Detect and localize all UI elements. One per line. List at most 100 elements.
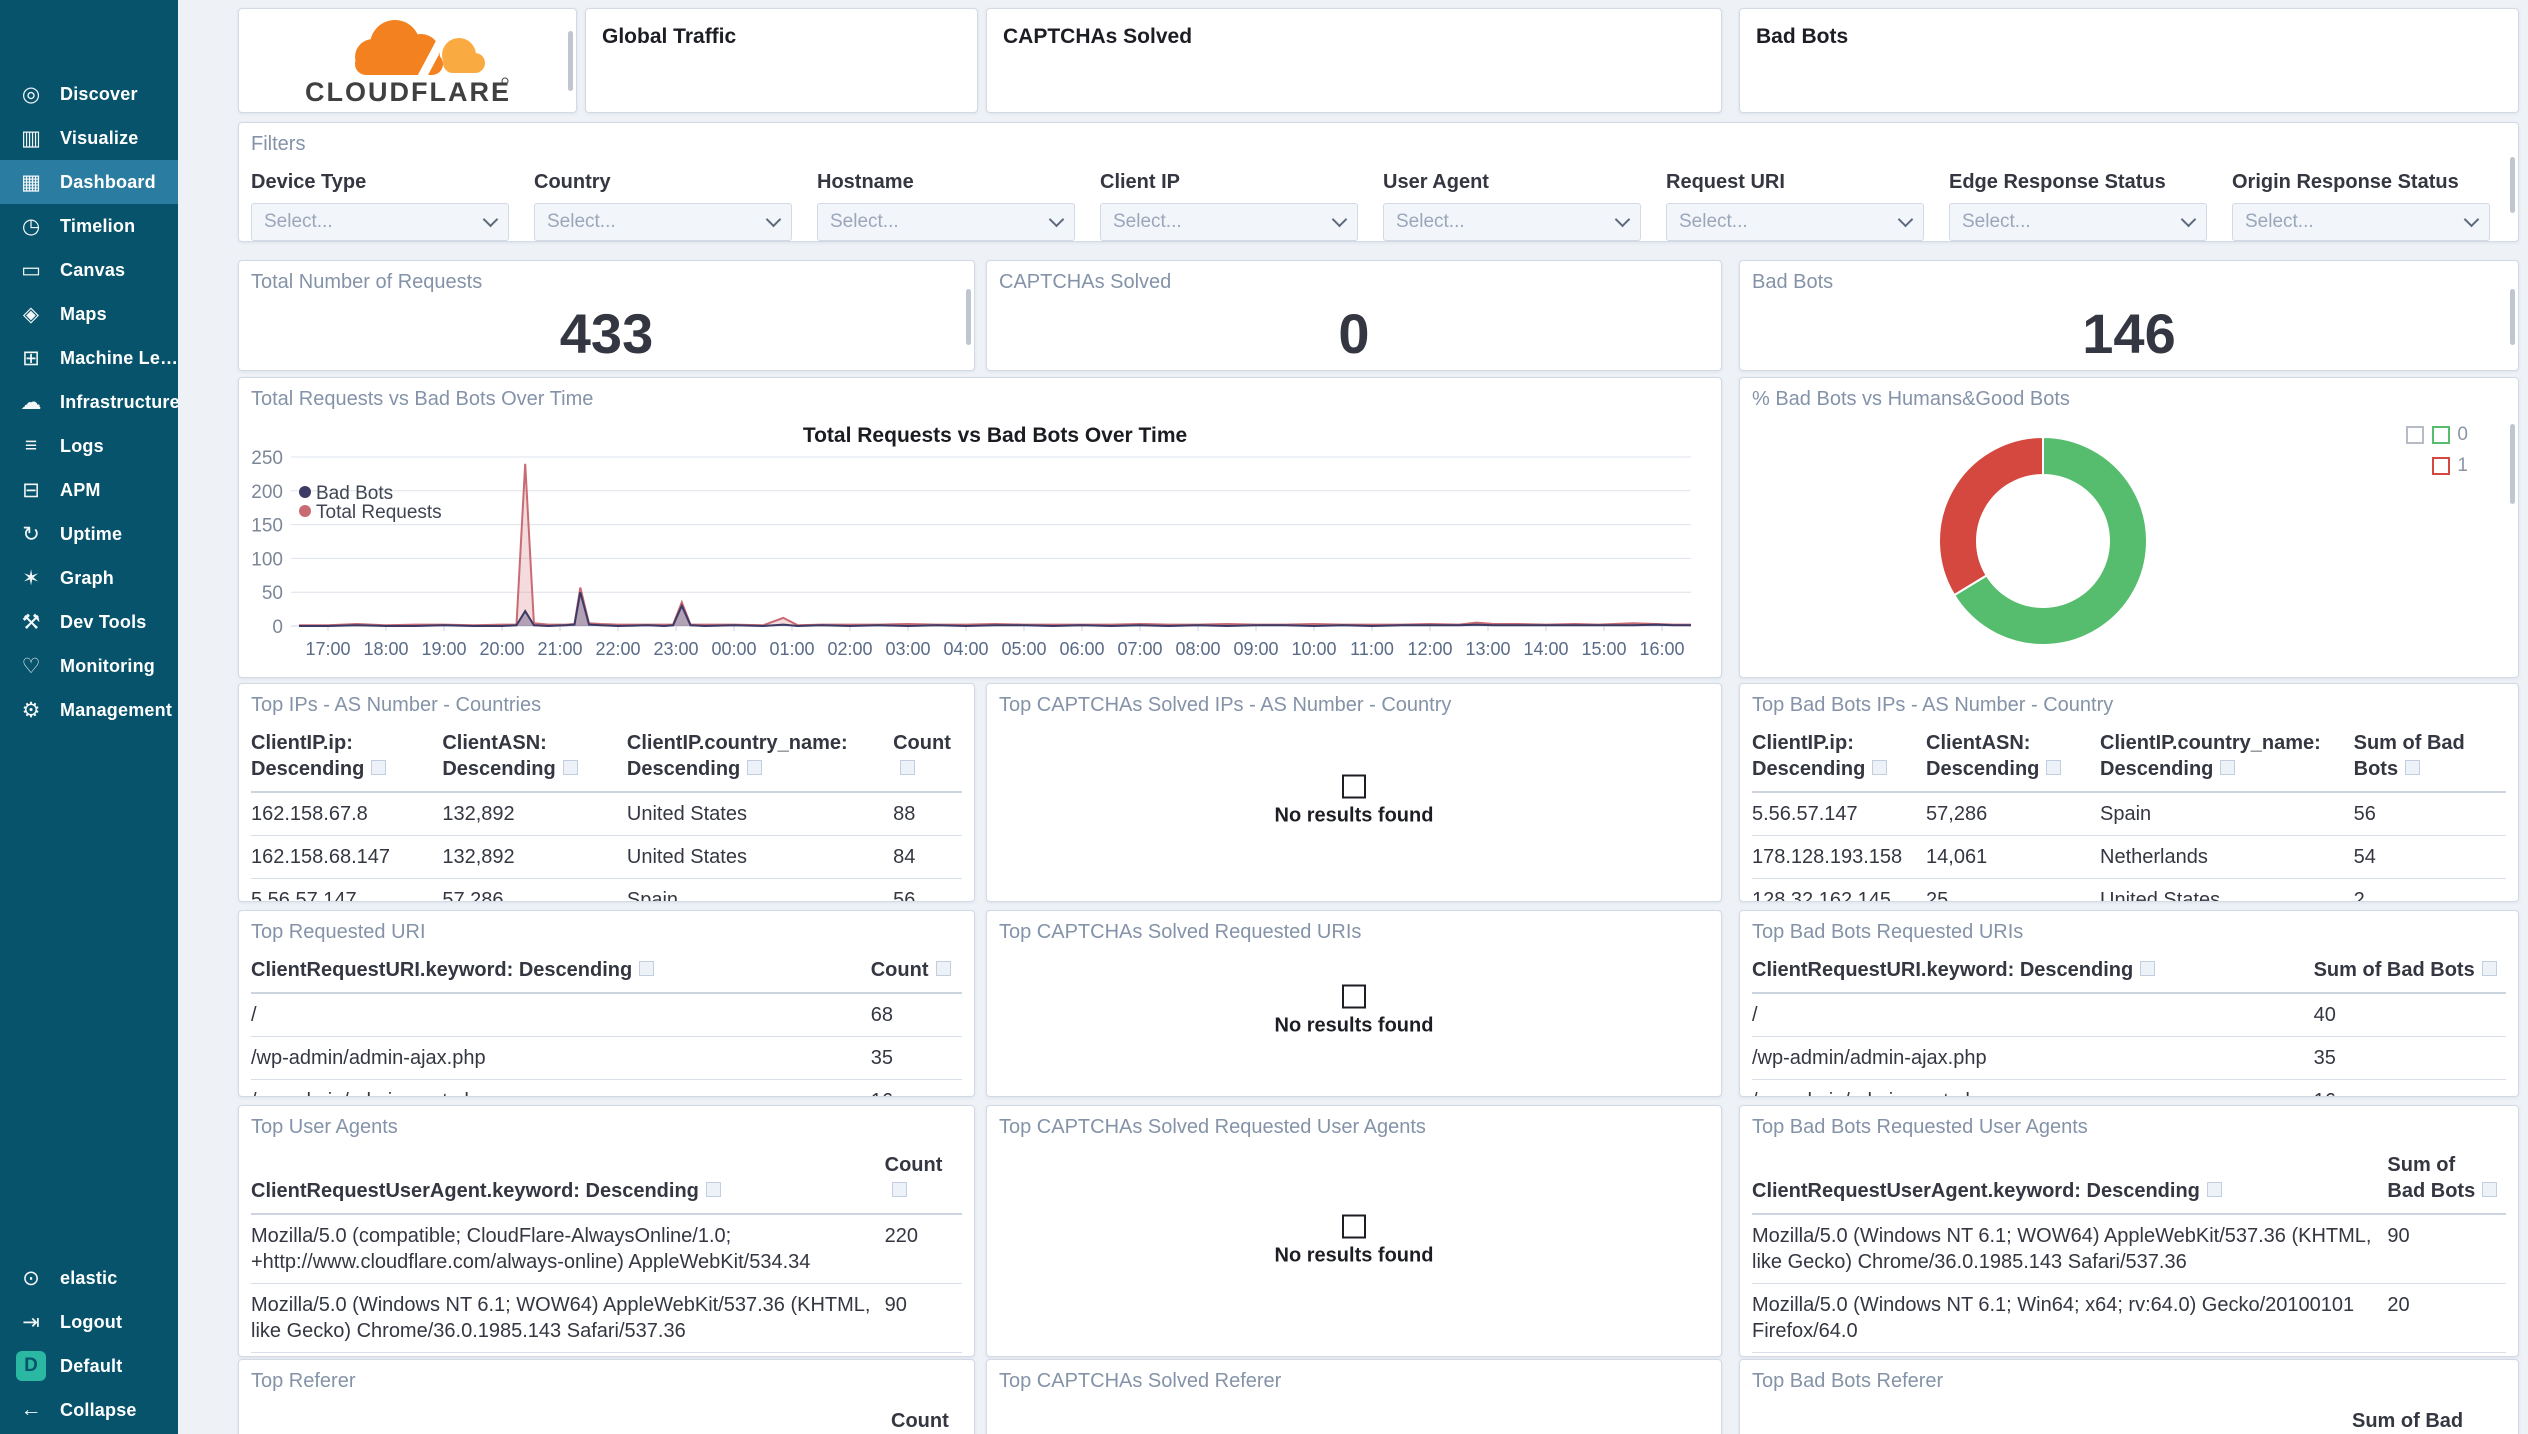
column-header[interactable]: ClientIP.country_name: Descending xyxy=(2100,724,2354,793)
table-row: 128.32.162.145 25 United States 2 xyxy=(1752,878,2506,901)
filter-select-edge-response-status[interactable]: Select... xyxy=(1949,203,2207,241)
panel-scrollbar[interactable] xyxy=(2510,157,2515,213)
table-cell: 56 xyxy=(893,878,962,901)
sidebar-item-monitoring[interactable]: ♡ Monitoring xyxy=(0,644,178,688)
legend-label: 1 xyxy=(2457,455,2468,476)
donut-slice-1[interactable] xyxy=(1938,435,2044,597)
sidebar-item-canvas[interactable]: ▭ Canvas xyxy=(0,248,178,292)
filter-select-client-ip[interactable]: Select... xyxy=(1100,203,1358,241)
sidebar-item-logout[interactable]: ⇥ Logout xyxy=(0,1300,178,1344)
donut-legend-item[interactable]: 0 xyxy=(2398,424,2468,446)
sort-icon[interactable] xyxy=(2405,760,2421,775)
sidebar-item-infrastructure[interactable]: ☁ Infrastructure xyxy=(0,380,179,424)
legend-label[interactable]: Total Requests xyxy=(316,502,442,523)
series-area-total-requests xyxy=(299,463,1691,626)
sort-icon[interactable] xyxy=(747,760,763,775)
sidebar-item-timelion[interactable]: ◷ Timelion xyxy=(0,204,178,248)
legend-label[interactable]: Bad Bots xyxy=(316,483,393,504)
sidebar-item-default[interactable]: D Default xyxy=(0,1344,178,1388)
panel-scrollbar[interactable] xyxy=(2510,289,2515,345)
sidebar-item-logs[interactable]: ≡ Logs xyxy=(0,424,178,468)
panel-scrollbar[interactable] xyxy=(966,289,971,345)
sort-icon[interactable] xyxy=(639,961,655,976)
column-header[interactable]: Sum of Bad Bots xyxy=(2387,1146,2506,1215)
sort-icon[interactable] xyxy=(2220,760,2236,775)
sidebar-item-dashboard[interactable]: ▦ Dashboard xyxy=(0,160,178,204)
table-cell: 5.56.57.147 xyxy=(251,878,443,901)
column-header[interactable]: ClientRequestURI.keyword: Descending xyxy=(1752,951,2314,994)
filter-select-request-uri[interactable]: Select... xyxy=(1666,203,1924,241)
column-header[interactable]: ClientRequestUserAgent.keyword: Descendi… xyxy=(251,1146,885,1215)
legend-swatch-icon[interactable] xyxy=(299,486,311,498)
sort-icon[interactable] xyxy=(2206,1182,2222,1197)
machine-learning-icon: ⊞ xyxy=(22,346,40,370)
data-table: ClientRequestUserAgent.keyword: Descendi… xyxy=(1752,1146,2506,1353)
sort-icon[interactable] xyxy=(371,760,387,775)
sidebar-item-dev-tools[interactable]: ⚒ Dev Tools xyxy=(0,600,178,644)
sidebar-item-machine-le[interactable]: ⊞ Machine Le… xyxy=(0,336,178,380)
sidebar-item-apm[interactable]: ⊟ APM xyxy=(0,468,178,512)
metrics-row: Total Number of Requests 433 CAPTCHAs So… xyxy=(238,260,2520,371)
dev-tools-icon: ⚒ xyxy=(21,610,41,634)
column-header-label: ClientASN: Descending xyxy=(442,732,556,780)
y-axis-tick-label: 0 xyxy=(272,617,283,638)
sort-icon[interactable] xyxy=(935,961,951,976)
column-header[interactable]: Count xyxy=(893,724,962,793)
sidebar-item-uptime[interactable]: ↻ Uptime xyxy=(0,512,178,556)
sort-icon[interactable] xyxy=(1872,760,1888,775)
visualize-icon: ▥ xyxy=(21,126,41,150)
no-results-text: No results found xyxy=(1274,1014,1434,1037)
table-cell: 57,286 xyxy=(1926,792,2101,836)
sidebar-item-maps[interactable]: ◈ Maps xyxy=(0,292,178,336)
sidebar-item-collapse[interactable]: ← Collapse xyxy=(0,1388,178,1432)
column-header[interactable]: ClientASN: Descending xyxy=(442,724,627,793)
column-header[interactable]: ClientIP.ip: Descending xyxy=(251,724,443,793)
sidebar-item-elastic[interactable]: ⊙ elastic xyxy=(0,1256,178,1300)
column-header[interactable]: Count xyxy=(870,951,962,994)
column-header[interactable]: ClientIP.ip: Descending xyxy=(1752,724,1927,793)
sort-icon[interactable] xyxy=(2046,760,2062,775)
sort-icon[interactable] xyxy=(2140,961,2156,976)
sidebar-item-discover[interactable]: ◎ Discover xyxy=(0,72,178,116)
column-header[interactable]: ClientRequestUserAgent.keyword: Descendi… xyxy=(1752,1146,2388,1215)
column-header[interactable]: ClientRequestURI.keyword: Descending xyxy=(251,951,871,994)
empty-state: No results found xyxy=(987,774,1721,828)
sidebar-item-graph[interactable]: ✶ Graph xyxy=(0,556,178,600)
select-placeholder: Select... xyxy=(1113,211,1182,232)
table-cell: 16 xyxy=(2313,1079,2506,1096)
filter-select-user-agent[interactable]: Select... xyxy=(1383,203,1641,241)
sort-icon[interactable] xyxy=(2481,961,2497,976)
sort-icon[interactable] xyxy=(900,760,916,775)
filter-select-hostname[interactable]: Select... xyxy=(817,203,1075,241)
management-icon: ⚙ xyxy=(21,698,41,722)
x-axis-tick-label: 18:00 xyxy=(363,639,408,659)
sort-icon[interactable] xyxy=(2482,1182,2498,1197)
filter-select-device-type[interactable]: Select... xyxy=(251,203,509,241)
column-header[interactable]: ClientASN: Descending xyxy=(1926,724,2101,793)
sort-icon[interactable] xyxy=(891,1182,907,1197)
filter-select-country[interactable]: Select... xyxy=(534,203,792,241)
top-captchas-ips-panel: Top CAPTCHAs Solved IPs - AS Number - Co… xyxy=(986,683,1722,902)
sort-icon[interactable] xyxy=(705,1182,721,1197)
table-panel-title: Top User Agents xyxy=(251,1116,398,1138)
panel-scrollbar[interactable] xyxy=(568,31,573,91)
sort-icon[interactable] xyxy=(562,760,578,775)
table-cell: 56 xyxy=(2353,792,2506,836)
column-header[interactable]: Sum of Bad Bots xyxy=(2353,724,2506,793)
column-header[interactable]: Count xyxy=(884,1146,962,1215)
series-line-total-requests xyxy=(299,463,1691,627)
top-user-agents-panel: Top User Agents ClientRequestUserAgent.k… xyxy=(238,1105,975,1357)
sidebar-item-visualize[interactable]: ▥ Visualize xyxy=(0,116,178,160)
legend-swatch-icon[interactable] xyxy=(299,505,311,517)
series-area-bad-bots xyxy=(299,592,1691,626)
filter-select-origin-response-status[interactable]: Select... xyxy=(2232,203,2490,241)
donut-legend: 01 xyxy=(2398,424,2468,486)
sidebar-item-management[interactable]: ⚙ Management xyxy=(0,688,178,732)
column-header[interactable]: ClientIP.country_name: Descending xyxy=(626,724,894,793)
donut-legend-item[interactable]: 1 xyxy=(2398,455,2468,477)
global-traffic-title: Global Traffic xyxy=(602,25,737,48)
column-header[interactable]: Sum of Bad Bots xyxy=(2313,951,2506,994)
panel-scrollbar[interactable] xyxy=(2510,424,2515,504)
sidebar-nav: ◎ Discover ▥ Visualize ▦ Dashboard ◷ Timelion ▭ C… xyxy=(0,0,178,732)
sidebar-item-label: Machine Le… xyxy=(60,347,178,368)
